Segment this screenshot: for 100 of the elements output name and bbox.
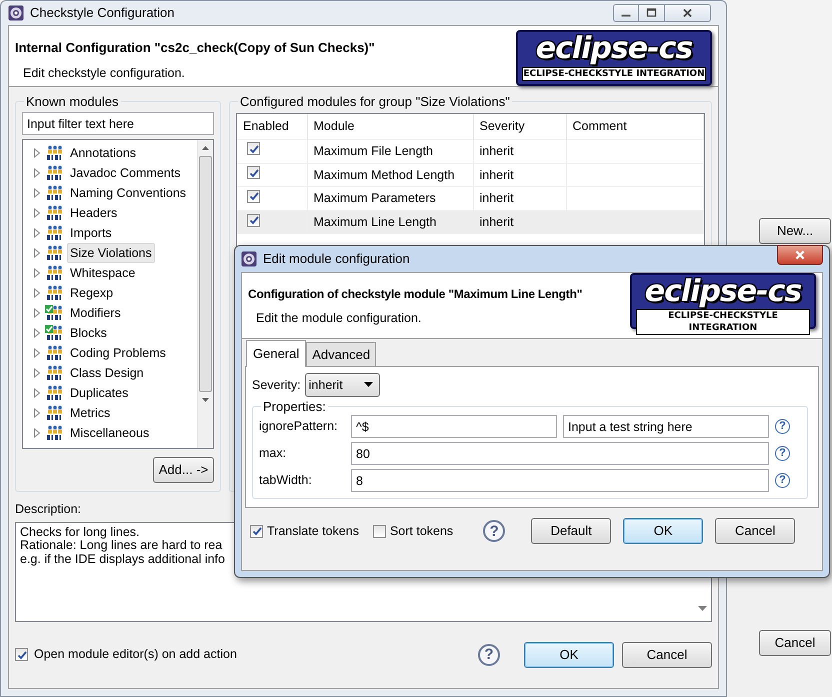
expand-arrow-icon[interactable] xyxy=(33,208,41,218)
header-title: Internal Configuration "cs2c_check(Copy of Sun Checks)" xyxy=(15,39,375,57)
expand-arrow-icon[interactable] xyxy=(33,388,41,398)
logo-title: eclipse-cs xyxy=(536,32,692,66)
expand-arrow-icon[interactable] xyxy=(33,188,41,198)
tab[interactable]: General xyxy=(246,340,306,367)
filter-field[interactable]: Input filter text here xyxy=(22,112,214,135)
expand-arrow-icon[interactable] xyxy=(33,288,41,298)
checkbox[interactable] xyxy=(247,142,260,156)
expand-arrow-icon[interactable] xyxy=(33,228,41,238)
tree-item[interactable]: Modifiers xyxy=(67,302,124,324)
window-title: Checkstyle Configuration xyxy=(30,4,175,22)
field-label: max: xyxy=(259,445,288,462)
checkbox[interactable] xyxy=(247,190,260,203)
checkbox[interactable] xyxy=(250,524,263,538)
logo-tagline: ECLIPSE-CHECKSTYLE INTEGRATION xyxy=(522,67,706,81)
tree-item[interactable]: Javadoc Comments xyxy=(67,162,184,184)
app-icon xyxy=(241,251,257,267)
expand-arrow-icon[interactable] xyxy=(33,368,41,378)
help-icon[interactable]: ? xyxy=(478,644,500,666)
logo-title: eclipse-cs xyxy=(644,275,802,309)
field-label: tabWidth: xyxy=(259,472,313,490)
scrollbar[interactable] xyxy=(197,140,213,448)
tree-item[interactable]: Imports xyxy=(67,222,115,244)
tree-item[interactable]: Duplicates xyxy=(67,382,132,404)
tab[interactable]: Advanced xyxy=(306,342,376,366)
tree-item[interactable]: Size Violations xyxy=(67,242,155,264)
tree-item[interactable]: Miscellaneous xyxy=(67,422,152,444)
table-cell: Maximum Method Length xyxy=(307,163,473,187)
text-field[interactable]: 80 xyxy=(351,442,769,465)
text-field[interactable]: ^$ xyxy=(351,415,557,438)
column-header[interactable]: Module xyxy=(307,114,473,140)
table-cell: Maximum Line Length xyxy=(307,210,473,234)
checkbox[interactable] xyxy=(247,166,260,179)
help-icon[interactable]: ? xyxy=(775,419,790,434)
expand-arrow-icon[interactable] xyxy=(33,408,41,418)
description-label: Description: xyxy=(15,501,82,518)
dialog-button[interactable]: Cancel xyxy=(622,642,712,668)
table-cell: inherit xyxy=(473,210,566,234)
expand-arrow-icon[interactable] xyxy=(33,268,41,278)
minimize-button[interactable] xyxy=(613,4,639,22)
group-label: Configured modules for group "Size Violations" xyxy=(239,95,511,108)
new-button[interactable]: New... xyxy=(759,218,831,244)
dialog-button[interactable]: Cancel xyxy=(715,518,796,544)
header-title: Configuration of checkstyle module "Maximum Line Length" xyxy=(248,286,582,303)
maximize-button[interactable] xyxy=(639,4,665,22)
tree-item[interactable]: Regexp xyxy=(67,282,116,304)
checkbox-label: Open module editor(s) on add action xyxy=(34,646,237,664)
tree-item[interactable]: Coding Problems xyxy=(67,342,169,364)
close-button[interactable] xyxy=(777,245,823,265)
cancel-button[interactable]: Cancel xyxy=(759,630,831,656)
tree-item[interactable]: Headers xyxy=(67,202,120,224)
group-label: Known modules xyxy=(25,95,120,108)
description-line: e.g. if the IDE displays additional info xyxy=(20,552,225,566)
header-subtitle: Edit checkstyle configuration. xyxy=(23,64,186,82)
checkbox[interactable] xyxy=(247,214,260,226)
expand-arrow-icon[interactable] xyxy=(33,348,41,358)
expand-arrow-icon[interactable] xyxy=(33,428,41,438)
description-line: Rationale: Long lines are hard to rea xyxy=(20,539,222,553)
field-label: ignorePattern: xyxy=(259,418,339,436)
column-header[interactable]: Comment xyxy=(566,114,704,140)
table-cell: inherit xyxy=(473,139,566,163)
expand-arrow-icon[interactable] xyxy=(33,308,41,318)
window-title: Edit module configuration xyxy=(263,250,410,268)
help-icon[interactable]: ? xyxy=(483,520,506,542)
expand-arrow-icon[interactable] xyxy=(33,168,41,178)
tree-item[interactable]: Naming Conventions xyxy=(67,182,190,204)
expand-arrow-icon[interactable] xyxy=(33,328,41,338)
app-icon xyxy=(8,5,24,21)
column-header[interactable]: Enabled xyxy=(237,114,307,140)
dialog-button[interactable]: Default xyxy=(531,518,612,544)
table-cell: inherit xyxy=(473,163,566,187)
close-button[interactable] xyxy=(665,4,711,22)
description-line: Checks for long lines. xyxy=(20,526,140,540)
caret-icon xyxy=(364,382,373,388)
expand-arrow-icon[interactable] xyxy=(33,248,41,258)
tree-item[interactable]: Annotations xyxy=(67,142,140,164)
severity-dropdown[interactable]: inherit xyxy=(304,373,380,397)
group-label: Properties: xyxy=(262,400,327,413)
help-icon[interactable]: ? xyxy=(775,446,790,461)
tree-item[interactable]: Metrics xyxy=(67,402,114,424)
checkbox[interactable] xyxy=(372,524,386,538)
header-subtitle: Edit the module configuration. xyxy=(256,310,422,327)
test-field[interactable]: Input a test string here xyxy=(563,415,769,438)
dialog-button[interactable]: OK xyxy=(524,642,614,668)
column-header[interactable]: Severity xyxy=(473,114,566,140)
text-field[interactable]: 8 xyxy=(351,469,769,492)
tree-item[interactable]: Class Design xyxy=(67,362,147,384)
tree-item[interactable]: Whitespace xyxy=(67,262,138,284)
logo-tagline: ECLIPSE-CHECKSTYLE INTEGRATION xyxy=(636,309,810,335)
help-icon[interactable]: ? xyxy=(775,473,790,488)
field-label: Severity: xyxy=(252,376,301,394)
add-button[interactable]: Add... -> xyxy=(153,457,214,483)
tree-item[interactable]: Blocks xyxy=(67,322,110,344)
scroll-down-arrow-icon[interactable] xyxy=(698,606,707,612)
dialog-button[interactable]: OK xyxy=(623,518,704,544)
checkbox[interactable] xyxy=(15,648,28,662)
checkbox-label: Sort tokens xyxy=(390,522,454,540)
expand-arrow-icon[interactable] xyxy=(33,148,41,158)
table-cell: Maximum File Length xyxy=(307,139,473,163)
